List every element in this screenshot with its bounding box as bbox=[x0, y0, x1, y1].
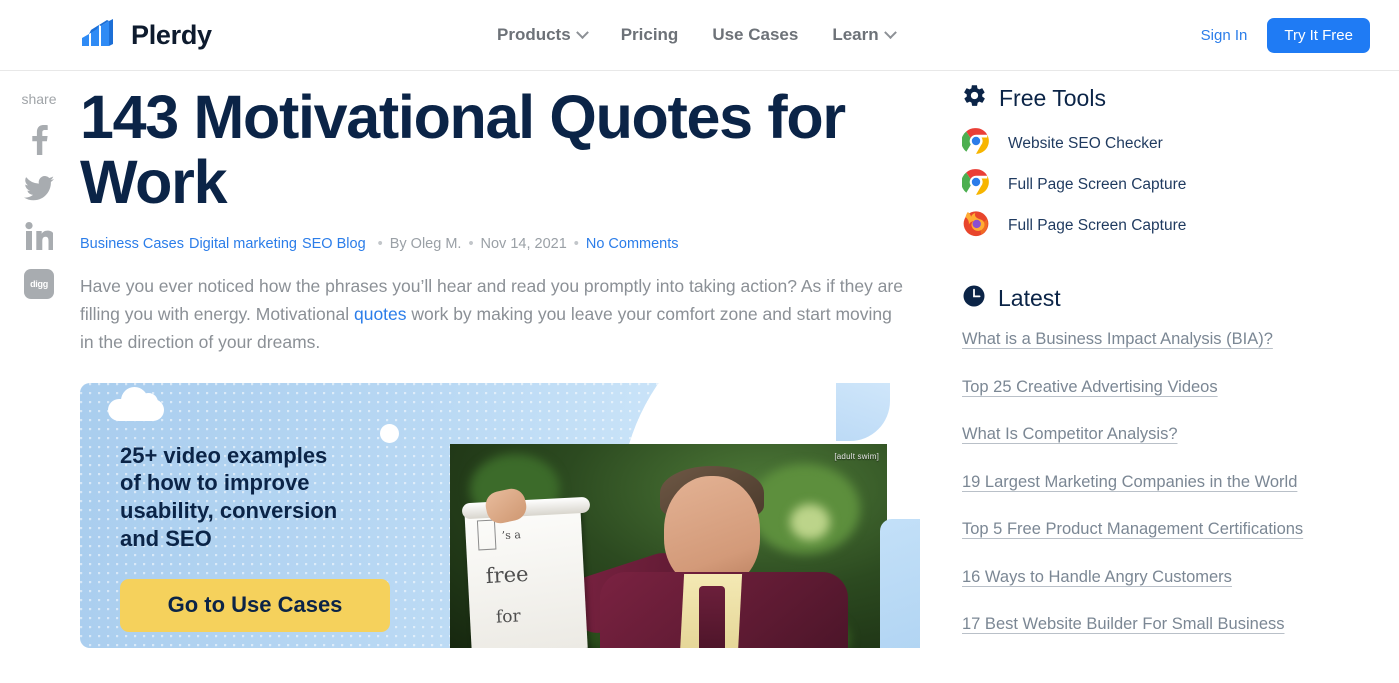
right-sidebar: Free Tools Website SEO Checker Full Page… bbox=[961, 83, 1362, 660]
twitter-icon[interactable] bbox=[22, 171, 56, 205]
nav-label-pricing: Pricing bbox=[620, 25, 679, 44]
meta-separator: • bbox=[468, 235, 474, 252]
latest-link-website-builder[interactable]: 17 Best Website Builder For Small Busine… bbox=[962, 615, 1285, 633]
free-tools-list: Website SEO Checker Full Page Screen Cap… bbox=[961, 127, 1362, 242]
page-title: 143 Motivational Quotes for Work bbox=[80, 83, 846, 217]
firefox-icon bbox=[962, 209, 990, 242]
paper-text-3: for bbox=[495, 605, 522, 628]
promo-tail-shape bbox=[880, 518, 920, 648]
article: 143 Motivational Quotes for Work Busines… bbox=[80, 71, 920, 648]
nav-label-use-cases: Use Cases bbox=[712, 25, 799, 44]
adult-swim-watermark: [adult swim] bbox=[834, 451, 879, 461]
free-tools-widget: Free Tools Website SEO Checker Full Page… bbox=[961, 83, 1362, 242]
tool-label: Full Page Screen Capture bbox=[1008, 175, 1187, 193]
nav-item-use-cases[interactable]: Use Cases bbox=[712, 25, 798, 45]
header-actions: Sign In Try It Free bbox=[1201, 17, 1370, 53]
free-tools-header: Free Tools bbox=[962, 83, 1362, 113]
promo-banner[interactable]: 25+ video examples of how to improve usa… bbox=[80, 382, 920, 648]
facebook-icon[interactable] bbox=[22, 123, 56, 157]
try-it-free-button[interactable]: Try It Free bbox=[1267, 17, 1370, 53]
share-label: share bbox=[21, 91, 57, 107]
cloud-icon bbox=[108, 386, 164, 421]
latest-link-marketing-companies[interactable]: 19 Largest Marketing Companies in the Wo… bbox=[962, 473, 1297, 491]
list-item: What Is Competitor Analysis? bbox=[962, 422, 1362, 448]
nav-item-pricing[interactable]: Pricing bbox=[621, 25, 679, 45]
main-nav: Products Pricing Use Cases Learn bbox=[497, 25, 897, 45]
tool-item-full-page-screen-capture-chrome[interactable]: Full Page Screen Capture bbox=[961, 168, 1362, 201]
quotes-inline-link[interactable]: quotes bbox=[354, 304, 407, 324]
latest-link-advertising-videos[interactable]: Top 25 Creative Advertising Videos bbox=[962, 378, 1218, 396]
nav-item-products[interactable]: Products bbox=[497, 25, 589, 45]
digg-icon[interactable]: digg bbox=[22, 267, 56, 301]
meta-category-digital-marketing[interactable]: Digital marketing bbox=[189, 236, 297, 252]
latest-link-bia[interactable]: What is a Business Impact Analysis (BIA)… bbox=[962, 330, 1273, 348]
meta-separator: • bbox=[573, 235, 579, 252]
list-item: 16 Ways to Handle Angry Customers bbox=[962, 565, 1362, 591]
list-item: 19 Largest Marketing Companies in the Wo… bbox=[962, 470, 1362, 496]
meta-comments-link[interactable]: No Comments bbox=[586, 236, 679, 252]
latest-link-angry-customers[interactable]: 16 Ways to Handle Angry Customers bbox=[962, 568, 1232, 586]
chrome-icon bbox=[961, 168, 990, 201]
latest-link-competitor-analysis[interactable]: What Is Competitor Analysis? bbox=[962, 425, 1178, 443]
chevron-down-icon bbox=[883, 25, 897, 39]
meta-category-business-cases[interactable]: Business Cases bbox=[80, 236, 184, 252]
brand-name: Plerdy bbox=[131, 19, 212, 50]
tool-item-website-seo-checker[interactable]: Website SEO Checker bbox=[961, 127, 1362, 160]
site-header: Plerdy Products Pricing Use Cases Learn … bbox=[0, 0, 1399, 71]
free-tools-title: Free Tools bbox=[999, 84, 1106, 111]
meta-author: By Oleg M. bbox=[389, 235, 462, 252]
plerdy-bars-logo-icon bbox=[80, 18, 122, 52]
decor-dot-large bbox=[380, 423, 399, 443]
meta-category-seo-blog[interactable]: SEO Blog bbox=[302, 236, 366, 252]
latest-title: Latest bbox=[998, 285, 1061, 311]
paper-sheet: ’s a free for bbox=[464, 502, 588, 648]
share-rail: share digg bbox=[0, 91, 78, 315]
latest-list: What is a Business Impact Analysis (BIA)… bbox=[962, 327, 1362, 638]
post-intro-paragraph: Have you ever noticed how the phrases yo… bbox=[80, 272, 905, 357]
list-item: 17 Best Website Builder For Small Busine… bbox=[962, 612, 1362, 638]
list-item: Top 25 Creative Advertising Videos bbox=[962, 375, 1362, 401]
list-item: Top 5 Free Product Management Certificat… bbox=[962, 517, 1362, 543]
page-body: share digg 143 Motivational Quotes for W… bbox=[0, 71, 1399, 683]
tool-item-full-page-screen-capture-firefox[interactable]: Full Page Screen Capture bbox=[962, 209, 1362, 242]
promo-heading: 25+ video examples of how to improve usa… bbox=[120, 442, 338, 551]
paper-text-1: ’s a bbox=[501, 527, 522, 542]
post-meta: Business Cases Digital marketing SEO Blo… bbox=[80, 236, 920, 252]
nav-item-learn[interactable]: Learn bbox=[832, 25, 897, 45]
clock-icon bbox=[962, 284, 986, 313]
promo-media-gif[interactable]: ’s a free for [adult swim] bbox=[450, 443, 887, 648]
latest-widget: Latest What is a Business Impact Analysi… bbox=[962, 284, 1362, 638]
linkedin-icon[interactable] bbox=[22, 219, 56, 253]
nav-label-products: Products bbox=[497, 25, 571, 44]
nav-label-learn: Learn bbox=[832, 25, 879, 44]
chevron-down-icon bbox=[575, 25, 589, 39]
go-to-use-cases-button[interactable]: Go to Use Cases bbox=[120, 578, 390, 632]
tool-label: Full Page Screen Capture bbox=[1008, 216, 1187, 234]
latest-link-product-management[interactable]: Top 5 Free Product Management Certificat… bbox=[962, 520, 1303, 538]
meta-date: Nov 14, 2021 bbox=[480, 235, 567, 252]
man-head bbox=[664, 475, 760, 588]
tool-label: Website SEO Checker bbox=[1008, 134, 1163, 152]
latest-header: Latest bbox=[962, 284, 1362, 313]
sign-in-link[interactable]: Sign In bbox=[1201, 27, 1248, 44]
foliage-blob bbox=[790, 503, 830, 540]
list-item: What is a Business Impact Analysis (BIA)… bbox=[962, 327, 1362, 353]
digg-label: digg bbox=[24, 269, 54, 299]
brand-logo-link[interactable]: Plerdy bbox=[80, 18, 212, 52]
man-tie bbox=[699, 585, 725, 648]
paper-drawing-box bbox=[476, 519, 497, 551]
chrome-icon bbox=[961, 127, 990, 160]
paper-text-2: free bbox=[485, 561, 530, 588]
meta-separator: • bbox=[377, 235, 383, 252]
gear-icon bbox=[962, 83, 987, 113]
